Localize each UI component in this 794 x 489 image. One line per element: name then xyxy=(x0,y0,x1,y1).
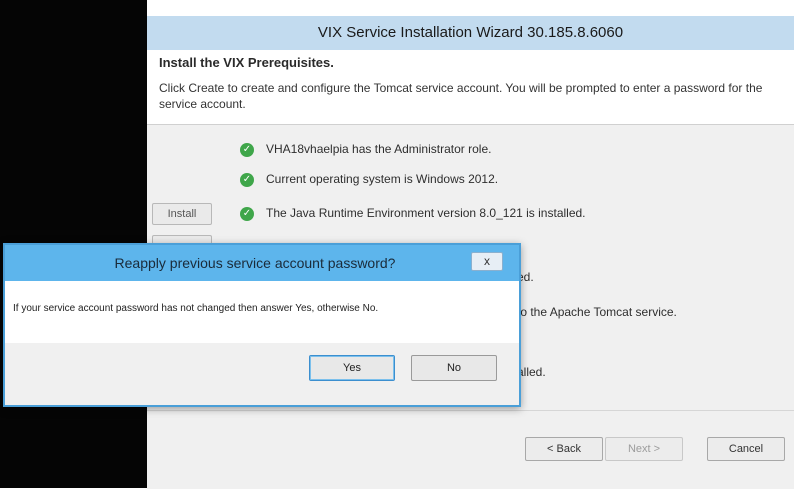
partial-requirement-text: alled. xyxy=(517,365,546,379)
dialog-titlebar: Reapply previous service account passwor… xyxy=(5,245,519,281)
reapply-password-dialog: Reapply previous service account passwor… xyxy=(3,243,521,407)
step-description: Click Create to create and configure the… xyxy=(159,81,763,111)
dialog-title: Reapply previous service account passwor… xyxy=(114,255,396,271)
check-circle-icon: ✓ xyxy=(240,206,254,221)
back-button[interactable]: < Back xyxy=(525,437,603,461)
step-title: Install the VIX Prerequisites. xyxy=(159,55,334,70)
cancel-button[interactable]: Cancel xyxy=(707,437,785,461)
dialog-button-bar: Yes No xyxy=(5,343,519,405)
wizard-title: VIX Service Installation Wizard 30.185.8… xyxy=(147,16,794,50)
requirement-os: ✓ Current operating system is Windows 201… xyxy=(240,169,498,189)
requirement-label: The Java Runtime Environment version 8.0… xyxy=(266,206,586,220)
check-circle-icon: ✓ xyxy=(240,142,254,157)
install-button[interactable]: Install xyxy=(152,203,212,225)
requirement-java: ✓ The Java Runtime Environment version 8.… xyxy=(240,203,586,223)
requirement-label: Current operating system is Windows 2012… xyxy=(266,172,499,186)
wizard-footer: < Back Next > Cancel xyxy=(147,410,794,489)
close-icon[interactable]: x xyxy=(471,252,503,271)
next-button[interactable]: Next > xyxy=(605,437,683,461)
wizard-header: Install the VIX Prerequisites. Click Cre… xyxy=(147,50,794,125)
partial-requirement-text: to the Apache Tomcat service. xyxy=(517,305,677,319)
check-circle-icon: ✓ xyxy=(240,172,254,187)
requirement-label: VHA18vhaelpia has the Administrator role… xyxy=(266,142,492,156)
yes-button[interactable]: Yes xyxy=(309,355,395,381)
no-button[interactable]: No xyxy=(411,355,497,381)
dialog-message: If your service account password has not… xyxy=(13,303,379,314)
requirement-admin-role: ✓ VHA18vhaelpia has the Administrator rol… xyxy=(240,139,491,159)
